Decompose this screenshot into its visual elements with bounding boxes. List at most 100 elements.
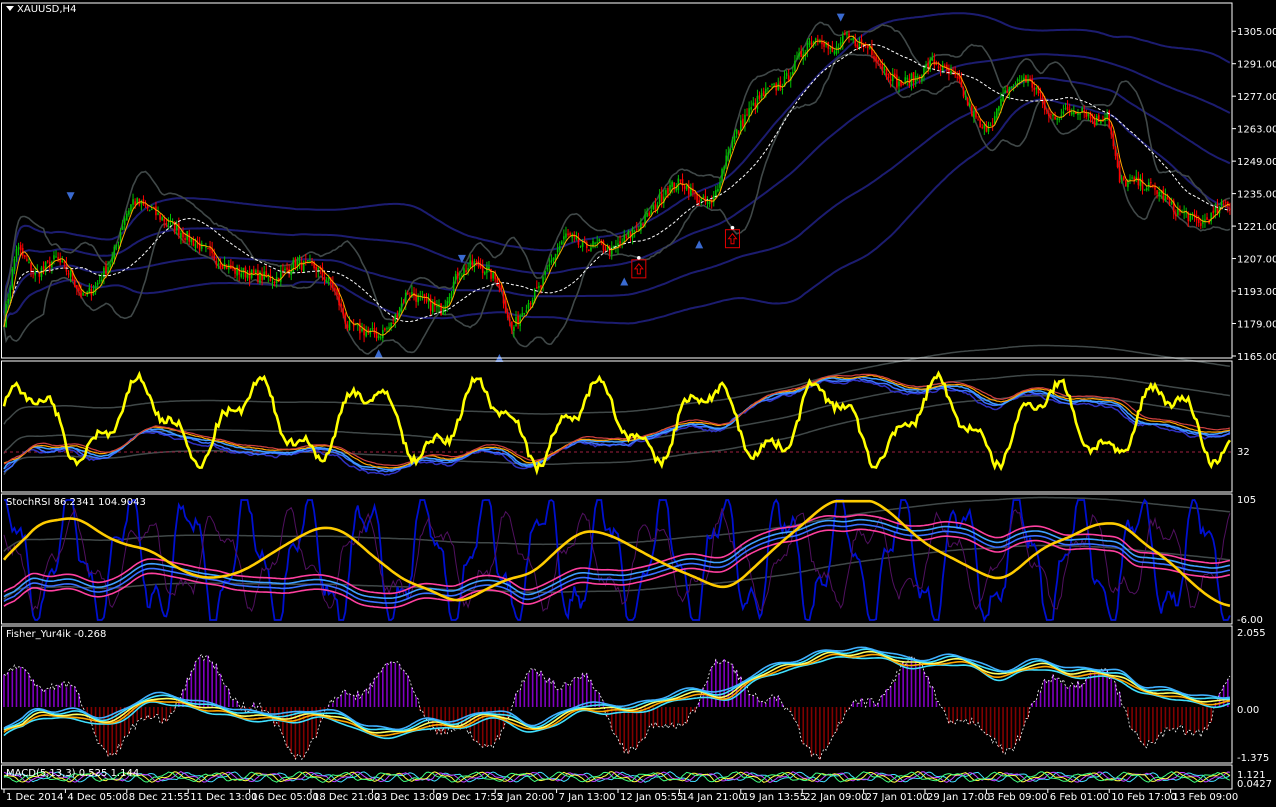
candle-body xyxy=(1220,202,1223,206)
panel-frame xyxy=(1,625,1233,764)
candle-body xyxy=(1064,108,1067,110)
candle-body xyxy=(635,228,638,230)
time-tick-label: 23 Dec 13:00 xyxy=(374,792,441,803)
up-arrow-icon xyxy=(695,240,704,249)
candle-body xyxy=(1095,116,1098,126)
candle-body xyxy=(392,322,395,324)
price-tick-label: 1193.00 xyxy=(1237,287,1276,298)
candle-body xyxy=(1156,190,1158,195)
candle-body xyxy=(465,270,467,272)
candle-body xyxy=(159,214,161,220)
candle-body xyxy=(939,68,942,71)
trading-chart[interactable]: 1305.00 1291.00 1277.00 1263.00 1249.00 1235.… xyxy=(0,0,1276,807)
candle-body xyxy=(733,135,736,142)
candle-body xyxy=(1164,195,1167,201)
candle-body xyxy=(315,266,318,271)
candle-body xyxy=(273,281,276,283)
candle-body xyxy=(544,270,546,276)
candle-body xyxy=(325,280,328,283)
candle-body xyxy=(729,148,732,153)
candle-body xyxy=(989,125,992,127)
candle-body xyxy=(1197,219,1200,223)
signal-dot xyxy=(730,225,735,230)
stochrsi-title: StochRSI 86.2341 104.9043 xyxy=(6,497,146,508)
time-tick-label: 6 Feb 01:00 xyxy=(1050,792,1109,803)
candle-body xyxy=(523,313,526,315)
candle-body xyxy=(844,33,846,36)
candle-body xyxy=(82,292,84,296)
candle-body xyxy=(252,269,255,274)
candle-body xyxy=(685,185,688,190)
time-tick-label: 13 Feb 09:00 xyxy=(1173,792,1239,803)
candle-body xyxy=(67,273,70,275)
price-panel[interactable] xyxy=(3,12,1231,362)
panel-frame xyxy=(1,2,1233,359)
rsi-main-line xyxy=(2,370,1231,476)
candle-body xyxy=(463,268,465,276)
candle-body xyxy=(885,68,888,76)
candle-body xyxy=(777,83,780,90)
stoch-tick-label: 105 xyxy=(1237,495,1256,506)
triangle-down-icon[interactable] xyxy=(6,6,14,11)
candle-body xyxy=(550,260,553,263)
candle-body xyxy=(627,231,630,238)
fisher-title: Fisher_Yur4ik -0.268 xyxy=(6,629,107,640)
macd-panel[interactable] xyxy=(3,771,1231,784)
candle-body xyxy=(556,249,559,253)
candle-body xyxy=(80,290,82,297)
candle-body xyxy=(290,270,293,276)
candle-body xyxy=(336,289,338,295)
rsi-panel[interactable] xyxy=(2,344,1232,476)
candle-body xyxy=(785,73,788,76)
candle-body xyxy=(296,261,299,266)
candle-body xyxy=(359,322,361,334)
candle-body xyxy=(184,237,186,241)
candle-body xyxy=(1025,75,1027,83)
candle-body xyxy=(810,42,813,45)
candle-body xyxy=(873,56,875,59)
symbol-title[interactable]: XAUUSD,H4 xyxy=(6,4,76,15)
fisher-tick-label: -1.375 xyxy=(1237,753,1269,764)
candle-body xyxy=(304,260,307,262)
candle-body xyxy=(540,285,542,288)
candle-body xyxy=(1070,112,1073,115)
candle-body xyxy=(846,33,848,35)
candle-body xyxy=(704,195,707,203)
candle-body xyxy=(207,248,209,250)
candle-body xyxy=(829,47,832,49)
candle-body xyxy=(1162,189,1165,200)
time-tick-label: 1 Dec 2014 xyxy=(6,792,64,803)
candle-body xyxy=(69,270,72,277)
stoch-band-line xyxy=(3,496,1230,552)
candle-body xyxy=(1043,100,1046,110)
candle-body xyxy=(937,66,940,69)
candle-body xyxy=(758,95,761,99)
candle-body xyxy=(128,210,130,215)
fisher-panel[interactable] xyxy=(3,646,1231,761)
candle-body xyxy=(32,272,34,274)
time-tick-label: 4 Dec 05:00 xyxy=(67,792,128,803)
candle-body xyxy=(161,217,163,221)
candle-body xyxy=(475,261,478,263)
time-tick-label: 8 Dec 21:55 xyxy=(129,792,190,803)
candle-body xyxy=(665,190,667,195)
candle-body xyxy=(409,295,411,297)
candle-body xyxy=(13,258,16,272)
candle-body xyxy=(388,327,390,329)
candle-body xyxy=(271,282,274,284)
price-tick-label: 1165.00 xyxy=(1237,352,1276,363)
candle-body xyxy=(796,57,798,60)
candle-body xyxy=(669,185,671,192)
candle-body xyxy=(727,152,730,155)
price-tick-label: 1235.00 xyxy=(1237,190,1276,201)
candle-body xyxy=(382,330,384,338)
candle-body xyxy=(1120,177,1123,180)
stochrsi-panel[interactable] xyxy=(2,496,1231,623)
candle-body xyxy=(400,303,403,312)
candle-body xyxy=(377,335,380,339)
candle-body xyxy=(15,248,18,259)
candle-body xyxy=(248,271,251,280)
candle-body xyxy=(850,39,852,41)
candle-body xyxy=(935,64,938,66)
candle-body xyxy=(386,328,388,330)
